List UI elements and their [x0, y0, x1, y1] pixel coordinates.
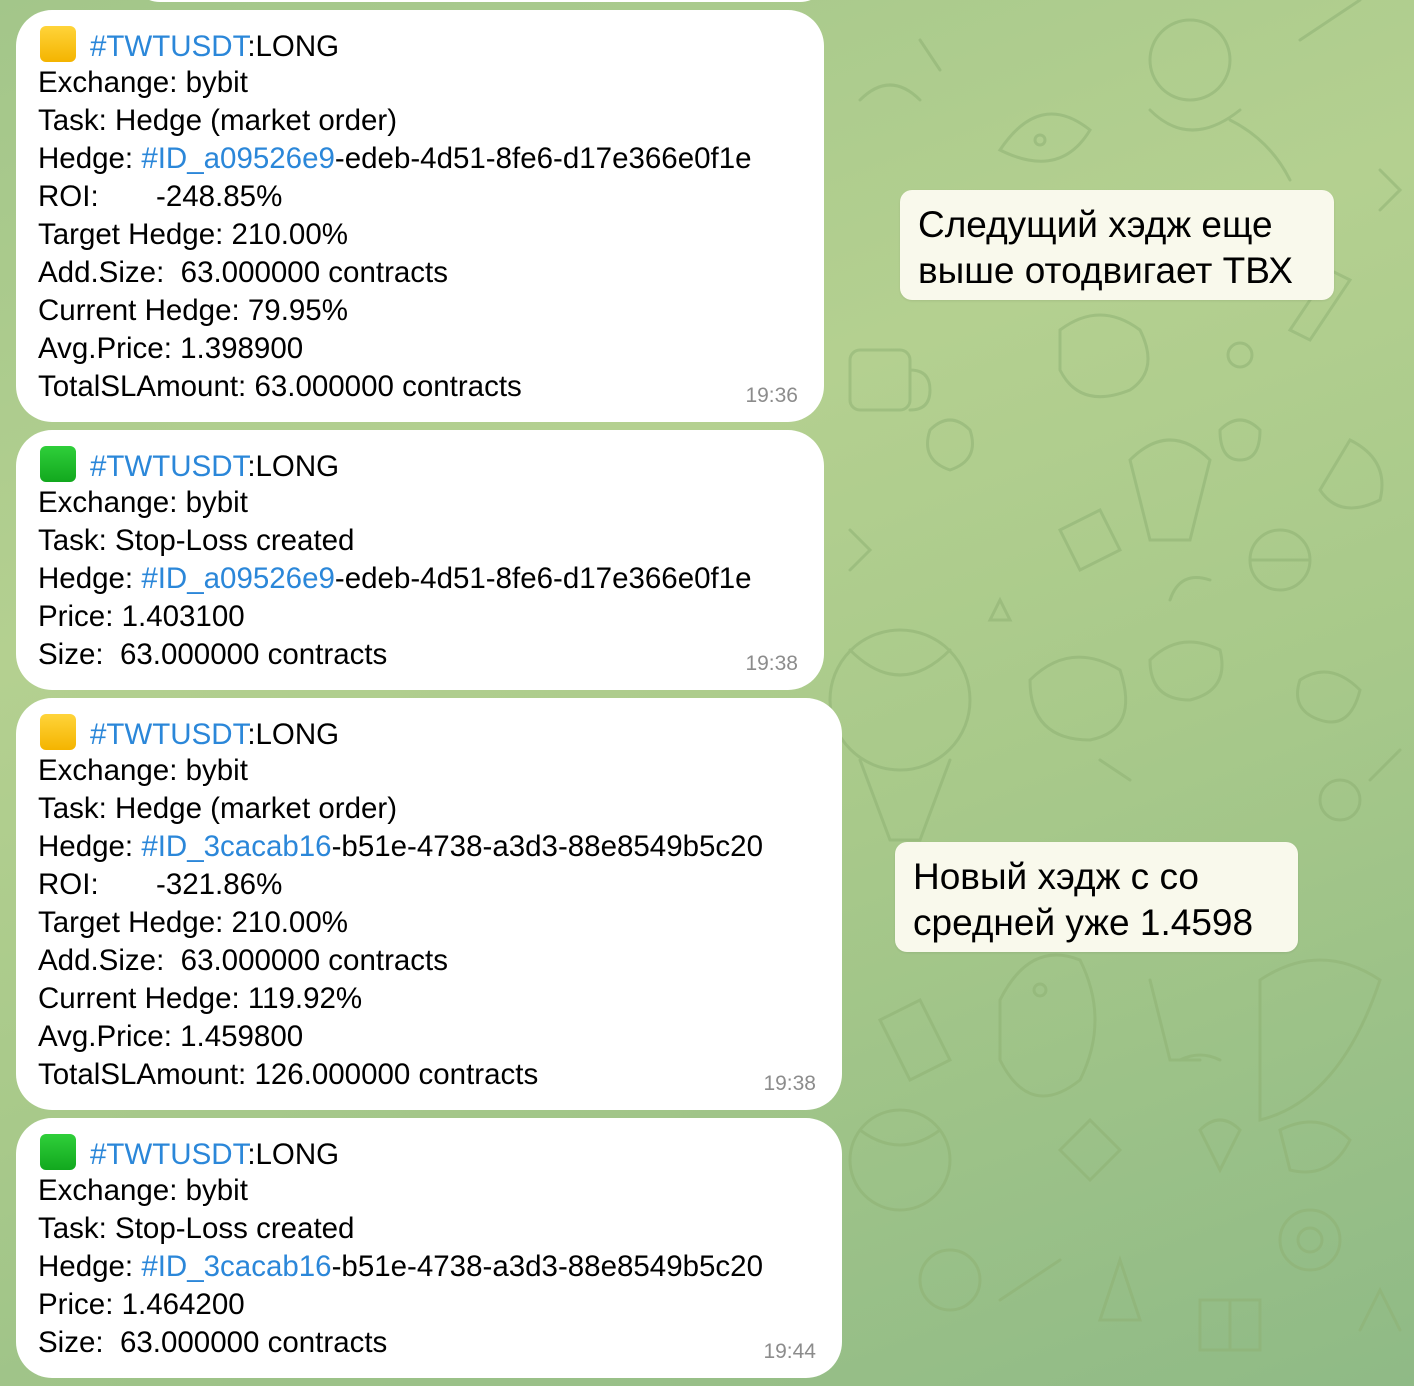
exchange-line: Exchange: bybit	[38, 754, 248, 787]
hedge-label: Hedge:	[38, 1250, 142, 1283]
ticker-hashtag-link[interactable]: #TWTUSDT	[90, 450, 247, 483]
add-size-line: Add.Size: 63.000000 contracts	[38, 944, 448, 977]
position-side: :LONG	[247, 30, 340, 63]
hedge-id-rest: -b51e-4738-a3d3-88e8549b5c20	[331, 830, 763, 863]
ticker-hashtag-link[interactable]: #TWTUSDT	[90, 1138, 247, 1171]
message-bubble[interactable]: #TWTUSDT:LONG Exchange: bybit Task: Stop…	[16, 1118, 842, 1378]
ticker-hashtag-link[interactable]: #TWTUSDT	[90, 718, 247, 751]
price-line: Price: 1.464200	[38, 1288, 245, 1321]
message-bubble[interactable]: #TWTUSDT:LONG Exchange: bybit Task: Stop…	[16, 430, 824, 690]
task-line: Task: Hedge (market order)	[38, 104, 398, 137]
hedge-id-link[interactable]: #ID_3cacab16	[141, 1250, 331, 1283]
green-square-icon	[40, 446, 76, 482]
previous-message-bubble-edge	[130, 0, 830, 2]
annotation-line: выше отодвигает ТВХ	[918, 250, 1293, 291]
yellow-square-icon	[40, 714, 76, 750]
annotation-line: Новый хэдж с со	[913, 856, 1199, 897]
message-header: #TWTUSDT:LONG	[38, 446, 800, 484]
task-line: Task: Stop-Loss created	[38, 524, 355, 557]
hedge-id-rest: -edeb-4d51-8fe6-d17e366e0f1e	[334, 562, 752, 595]
hedge-id-link[interactable]: #ID_a09526e9	[141, 562, 335, 595]
hedge-line: Hedge: #ID_3cacab16-b51e-4738-a3d3-88e85…	[38, 1248, 818, 1286]
annotation-note: Следущий хэдж еще выше отодвигает ТВХ	[900, 190, 1334, 300]
hedge-line: Hedge: #ID_a09526e9-edeb-4d51-8fe6-d17e3…	[38, 560, 800, 598]
message-bubble[interactable]: #TWTUSDT:LONG Exchange: bybit Task: Hedg…	[16, 10, 824, 422]
current-hedge-line: Current Hedge: 119.92%	[38, 982, 363, 1015]
message-time: 19:44	[763, 1340, 816, 1363]
size-line: Size: 63.000000 contracts	[38, 1326, 388, 1359]
ticker-hashtag-link[interactable]: #TWTUSDT	[90, 30, 247, 63]
message-time: 19:38	[763, 1072, 816, 1095]
exchange-line: Exchange: bybit	[38, 1174, 248, 1207]
yellow-square-icon	[40, 26, 76, 62]
hedge-line: Hedge: #ID_3cacab16-b51e-4738-a3d3-88e85…	[38, 828, 818, 866]
hedge-id-rest: -edeb-4d51-8fe6-d17e366e0f1e	[334, 142, 752, 175]
exchange-line: Exchange: bybit	[38, 486, 248, 519]
annotation-line: Следущий хэдж еще	[918, 204, 1273, 245]
green-square-icon	[40, 1134, 76, 1170]
avg-price-line: Avg.Price: 1.459800	[38, 1020, 304, 1053]
annotation-line: средней уже 1.4598	[913, 902, 1254, 943]
message-time: 19:36	[745, 384, 798, 407]
message-header: #TWTUSDT:LONG	[38, 1134, 818, 1172]
roi-line: ROI: -248.85%	[38, 180, 283, 213]
hedge-id-rest: -b51e-4738-a3d3-88e8549b5c20	[331, 1250, 763, 1283]
avg-price-line: Avg.Price: 1.398900	[38, 332, 304, 365]
target-hedge-line: Target Hedge: 210.00%	[38, 906, 348, 939]
position-side: :LONG	[247, 450, 340, 483]
total-sl-line: TotalSLAmount: 63.000000 contracts	[38, 370, 522, 403]
add-size-line: Add.Size: 63.000000 contracts	[38, 256, 448, 289]
hedge-label: Hedge:	[38, 830, 142, 863]
hedge-id-link[interactable]: #ID_3cacab16	[141, 830, 331, 863]
hedge-label: Hedge:	[38, 562, 142, 595]
task-line: Task: Hedge (market order)	[38, 792, 398, 825]
hedge-label: Hedge:	[38, 142, 142, 175]
total-sl-line: TotalSLAmount: 126.000000 contracts	[38, 1058, 539, 1091]
message-time: 19:38	[745, 652, 798, 675]
exchange-line: Exchange: bybit	[38, 66, 248, 99]
position-side: :LONG	[247, 1138, 340, 1171]
message-header: #TWTUSDT:LONG	[38, 26, 800, 64]
hedge-id-link[interactable]: #ID_a09526e9	[141, 142, 335, 175]
position-side: :LONG	[247, 718, 340, 751]
task-line: Task: Stop-Loss created	[38, 1212, 355, 1245]
size-line: Size: 63.000000 contracts	[38, 638, 388, 671]
annotation-note: Новый хэдж с со средней уже 1.4598	[895, 842, 1298, 952]
price-line: Price: 1.403100	[38, 600, 245, 633]
hedge-line: Hedge: #ID_a09526e9-edeb-4d51-8fe6-d17e3…	[38, 140, 800, 178]
current-hedge-line: Current Hedge: 79.95%	[38, 294, 348, 327]
target-hedge-line: Target Hedge: 210.00%	[38, 218, 348, 251]
roi-line: ROI: -321.86%	[38, 868, 283, 901]
message-bubble[interactable]: #TWTUSDT:LONG Exchange: bybit Task: Hedg…	[16, 698, 842, 1110]
message-header: #TWTUSDT:LONG	[38, 714, 818, 752]
